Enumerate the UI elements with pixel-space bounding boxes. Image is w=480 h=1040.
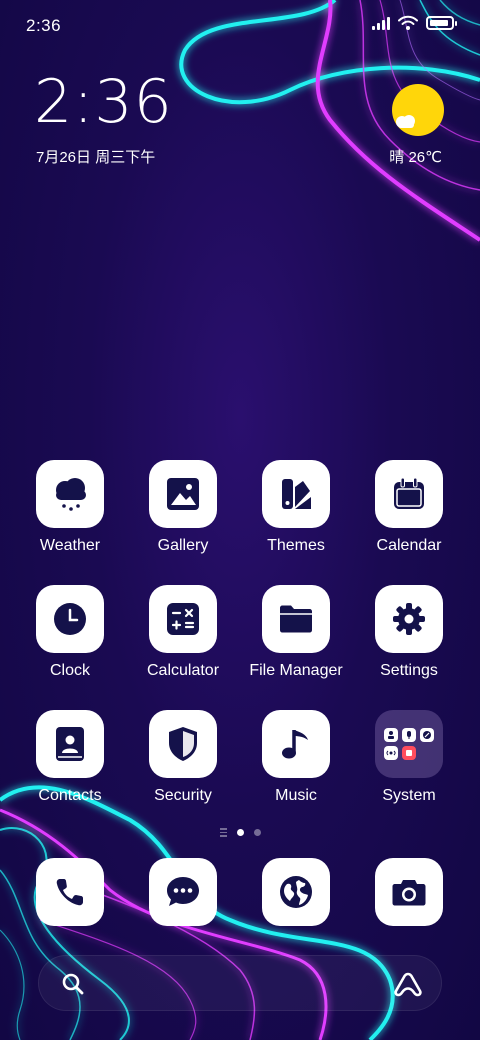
calculator-icon: [167, 603, 199, 635]
calendar-app-icon[interactable]: [375, 460, 443, 528]
weather-app-icon[interactable]: [36, 460, 104, 528]
app-music[interactable]: Music: [240, 710, 352, 805]
phone-app-icon[interactable]: [36, 858, 104, 926]
status-time: 2:36: [26, 16, 62, 35]
shield-icon: [169, 727, 197, 761]
weather-text[interactable]: 晴 26℃: [389, 146, 442, 167]
music-note-icon: [282, 730, 308, 759]
gear-icon: [393, 603, 425, 635]
browser-app-icon[interactable]: [262, 858, 330, 926]
gallery-app-icon[interactable]: [149, 460, 217, 528]
settings-app-icon[interactable]: [375, 585, 443, 653]
page-indicator[interactable]: [0, 828, 480, 837]
app-label: Themes: [267, 537, 325, 554]
dock-phone[interactable]: [14, 858, 126, 926]
messages-app-icon[interactable]: [149, 858, 217, 926]
music-app-icon[interactable]: [262, 710, 330, 778]
mini-app-icon: [384, 728, 398, 742]
clock-icon: [54, 603, 86, 635]
app-folder-system[interactable]: System: [353, 710, 465, 805]
folder-preview-grid: [384, 728, 434, 760]
app-drawer-icon[interactable]: [219, 828, 227, 837]
globe-icon: [280, 876, 312, 908]
app-label: System: [382, 787, 436, 804]
camera-icon: [392, 880, 426, 906]
cloud-snow-icon: [56, 478, 86, 511]
dock-browser[interactable]: [240, 858, 352, 926]
app-settings[interactable]: Settings: [353, 585, 465, 680]
calendar-icon: [394, 477, 424, 509]
contact-book-icon: [56, 727, 84, 761]
clock-widget-date[interactable]: 7月26日 周三下午: [36, 146, 155, 167]
mini-app-slot: [420, 746, 434, 760]
app-calendar[interactable]: Calendar: [353, 460, 465, 555]
assistant-icon[interactable]: [393, 971, 423, 997]
app-folder-icon[interactable]: [375, 710, 443, 778]
app-label: Security: [154, 787, 212, 804]
search-icon[interactable]: [61, 972, 85, 996]
signal-icon: [372, 16, 390, 30]
contacts-app-icon[interactable]: [36, 710, 104, 778]
app-label: Calculator: [146, 662, 220, 679]
security-app-icon[interactable]: [149, 710, 217, 778]
folder-icon: [280, 605, 312, 633]
app-calculator[interactable]: Calculator: [127, 585, 239, 680]
page-dot-2[interactable]: [253, 828, 261, 836]
wifi-icon: [398, 15, 418, 30]
app-label: Clock: [49, 662, 90, 679]
mini-app-icon: [420, 728, 434, 742]
phone-icon: [56, 879, 83, 906]
mini-app-icon: [402, 746, 416, 760]
image-icon: [167, 478, 199, 510]
mini-app-icon: [402, 728, 416, 742]
app-clock[interactable]: Clock: [14, 585, 126, 680]
clock-widget-time[interactable]: 2:36: [34, 72, 173, 132]
app-gallery[interactable]: Gallery: [127, 460, 239, 555]
app-contacts[interactable]: Contacts: [14, 710, 126, 805]
app-security[interactable]: Security: [127, 710, 239, 805]
app-label: File Manager: [249, 662, 343, 679]
calculator-app-icon[interactable]: [149, 585, 217, 653]
app-label: Contacts: [38, 787, 102, 804]
battery-icon: [426, 16, 457, 30]
app-label: Settings: [380, 662, 438, 679]
dock-messages[interactable]: [127, 858, 239, 926]
theme-brush-icon: [282, 479, 311, 509]
app-file-manager[interactable]: File Manager: [240, 585, 352, 680]
cloud-icon: [396, 115, 415, 128]
app-label: Gallery: [157, 537, 209, 554]
app-label: Weather: [39, 537, 101, 554]
themes-app-icon[interactable]: [262, 460, 330, 528]
dock-camera[interactable]: [353, 858, 465, 926]
camera-app-icon[interactable]: [375, 858, 443, 926]
page-dot-1[interactable]: [236, 828, 244, 836]
status-icons: [372, 15, 457, 31]
app-label: Music: [275, 787, 317, 804]
sun-icon[interactable]: [392, 84, 444, 136]
app-weather[interactable]: Weather: [14, 460, 126, 555]
app-themes[interactable]: Themes: [240, 460, 352, 555]
app-label: Calendar: [376, 537, 442, 554]
clock-app-icon[interactable]: [36, 585, 104, 653]
mini-app-icon: [384, 746, 398, 760]
chat-bubble-icon: [167, 877, 199, 906]
file-manager-app-icon[interactable]: [262, 585, 330, 653]
status-bar: 2:36: [0, 0, 480, 50]
search-bar[interactable]: [38, 955, 442, 1011]
